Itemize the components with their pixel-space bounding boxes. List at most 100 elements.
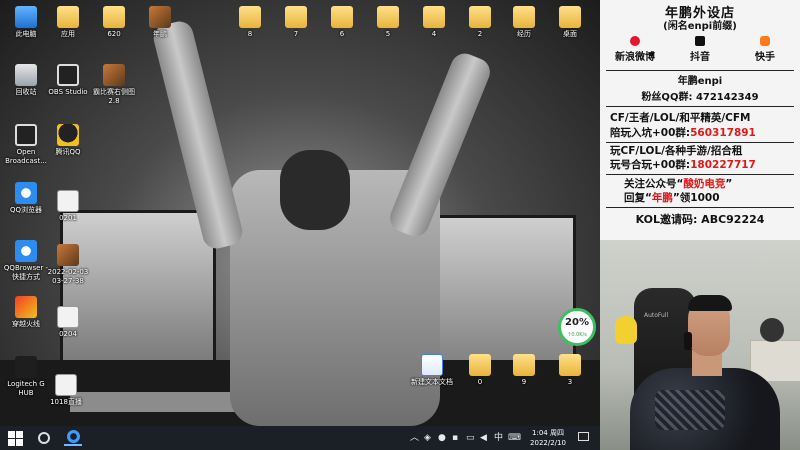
games-line: CF/王者/LOL/和平精英/CFM xyxy=(610,112,751,124)
desktop-icon-label: 回收站 xyxy=(15,88,37,96)
tray-shield-icon[interactable]: ◈ xyxy=(424,432,431,444)
action-center-icon[interactable] xyxy=(578,432,589,441)
folder-icon xyxy=(559,6,581,28)
folder-icon xyxy=(57,6,79,28)
desktop-icon-label: 2022-02-03 03-27-38 xyxy=(47,268,89,285)
game-icon xyxy=(15,296,37,318)
desktop-icon-folder-8[interactable]: 8 xyxy=(224,6,276,39)
cortana-button[interactable] xyxy=(36,430,52,446)
social-kuaishou: 快手 xyxy=(732,36,798,63)
obs-icon xyxy=(57,64,79,86)
image-icon xyxy=(149,6,171,28)
wallpaper-monitor-left xyxy=(60,210,216,366)
tray-lock-icon[interactable]: ▪ xyxy=(452,432,458,444)
desktop-icon-label: 2 xyxy=(477,30,483,38)
social-weibo-label: 新浪微博 xyxy=(615,52,655,63)
fan-group-number: 472142349 xyxy=(695,92,759,103)
desktop-icon-folder-7[interactable]: 7 xyxy=(270,6,322,39)
desktop-icon-apps-folder[interactable]: 应用 xyxy=(42,6,94,39)
cpu-usage-gauge[interactable]: 20% ↑0.0K/s xyxy=(558,308,596,346)
tray-microphone-icon[interactable]: ● xyxy=(438,432,446,444)
file-icon xyxy=(57,306,79,328)
desktop-icon-label: 穿越火线 xyxy=(12,320,40,328)
start-button[interactable] xyxy=(8,430,24,446)
folder-icon xyxy=(331,6,353,28)
folder-icon xyxy=(377,6,399,28)
desktop-area[interactable]: 此电脑 回收站 Open Broadcast... QQ浏览器 QQBrowse… xyxy=(0,0,600,426)
desktop-icon-620-folder[interactable]: 620 xyxy=(88,6,140,39)
desktop-icon-label: 年鹏 xyxy=(153,30,167,38)
desktop-icon-obs-studio[interactable]: OBS Studio xyxy=(42,64,94,97)
desktop-icon-folder-5[interactable]: 5 xyxy=(362,6,414,39)
desktop-icon-screenshot-2022-02-03[interactable]: 2022-02-03 03-27-38 xyxy=(42,244,94,286)
group1-line: 陪玩入坑+00群:560317891 xyxy=(610,126,795,140)
folder-icon xyxy=(103,6,125,28)
group1-label: 陪玩入坑+00群: xyxy=(610,127,691,139)
browser-icon xyxy=(15,240,37,262)
desktop-icon-folder-9[interactable]: 9 xyxy=(498,354,550,387)
desktop-icon-folder-4[interactable]: 4 xyxy=(408,6,460,39)
desktop-icon-tencent-qq[interactable]: 腾讯QQ xyxy=(42,124,94,157)
tray-chevron-up-icon[interactable]: ︿ xyxy=(410,432,419,444)
desktop-icon-label: 桌面 xyxy=(563,30,577,38)
image-icon xyxy=(103,64,125,86)
desktop-icon-folder-3[interactable]: 3 xyxy=(544,354,596,387)
shirt-pattern xyxy=(655,390,725,430)
divider xyxy=(606,174,794,175)
network-speed: ↑0.0K/s xyxy=(567,332,587,338)
tray-volume-icon[interactable]: ◀ xyxy=(480,432,487,444)
windows-logo-icon xyxy=(8,431,23,446)
desktop-icon-nianpeng[interactable]: 年鹏 xyxy=(134,6,186,39)
reply-prefix: 回复“ xyxy=(624,192,652,204)
desktop-icon-label: 0 xyxy=(477,378,483,386)
taskbar-qq-browser-button[interactable] xyxy=(64,430,82,446)
folder-icon xyxy=(513,354,535,376)
group2-number: 180227717 xyxy=(690,159,756,171)
games-line-2: 玩CF/LOL/各种手游/招合租 xyxy=(610,145,743,157)
desktop-icon-label: 8 xyxy=(247,30,253,38)
tray-ime-indicator[interactable]: 中 xyxy=(494,432,503,444)
follow-line: 关注公众号“酸奶电竞” xyxy=(624,177,800,191)
reply-suffix: ”领1000 xyxy=(672,192,720,204)
panel-subtitle: (闲名enpi前缀) xyxy=(663,21,737,32)
taskbar-clock[interactable]: 1:04 周四 2022/2/10 xyxy=(524,428,572,448)
tray-network-icon[interactable]: ▭ xyxy=(466,432,475,444)
desktop-icon-label: 新建文本文档 xyxy=(411,378,453,386)
file-icon xyxy=(55,374,77,396)
desktop-icon-1018-live[interactable]: 1018直播 xyxy=(40,374,92,407)
desktop-icon-new-text-document[interactable]: 新建文本文档 xyxy=(406,354,458,387)
desktop-icon-match-image[interactable]: 霸比赛右侧图 2.8 xyxy=(88,64,140,106)
reply-keyword: 年鹏 xyxy=(651,192,673,204)
desktop-icon-0201[interactable]: 0201 xyxy=(42,190,94,223)
reply-line: 回复“年鹏”领1000 xyxy=(624,191,800,205)
kuaishou-icon xyxy=(760,36,770,46)
divider xyxy=(606,142,794,143)
fan-group-label: 粉丝QQ群: xyxy=(641,92,693,103)
follow-prefix: 关注公众号“ xyxy=(624,178,684,190)
divider xyxy=(606,207,794,208)
desktop-icon-0204[interactable]: 0204 xyxy=(42,306,94,339)
desktop-icon-label: 经历 xyxy=(517,30,531,38)
desktop-icon-folder-history[interactable]: 经历 xyxy=(498,6,550,39)
folder-icon xyxy=(239,6,261,28)
desktop-icon-label: 腾讯QQ xyxy=(55,148,81,156)
desktop-icon-label: 4 xyxy=(431,30,437,38)
wallpaper-keyboard xyxy=(70,392,240,412)
desktop-icon-folder-desktop[interactable]: 桌面 xyxy=(544,6,596,39)
browser-icon xyxy=(15,182,37,204)
desktop-icon-folder-6[interactable]: 6 xyxy=(316,6,368,39)
douyin-icon xyxy=(695,36,705,46)
recycle-bin-icon xyxy=(15,64,37,86)
tray-keyboard-icon[interactable]: ⌨ xyxy=(508,432,521,444)
desktop-icon-label: 620 xyxy=(107,30,121,38)
group2-label: 玩号合玩+00群: xyxy=(610,159,691,171)
streamer-hair xyxy=(688,295,732,311)
social-kuaishou-label: 快手 xyxy=(755,52,775,63)
desktop-icon-label: 1018直播 xyxy=(50,398,82,406)
desktop-icon-label: 3 xyxy=(567,378,573,386)
divider xyxy=(606,70,794,71)
folder-icon xyxy=(423,6,445,28)
stream-info-panel: 年鹏外设店 (闲名enpi前缀) 新浪微博 抖音 快手 年鹏enpi 粉丝QQ群… xyxy=(600,0,800,240)
fan-qq-group: 粉丝QQ群: 472142349 xyxy=(600,88,800,103)
group2-line: 玩号合玩+00群:180227717 xyxy=(610,158,795,172)
